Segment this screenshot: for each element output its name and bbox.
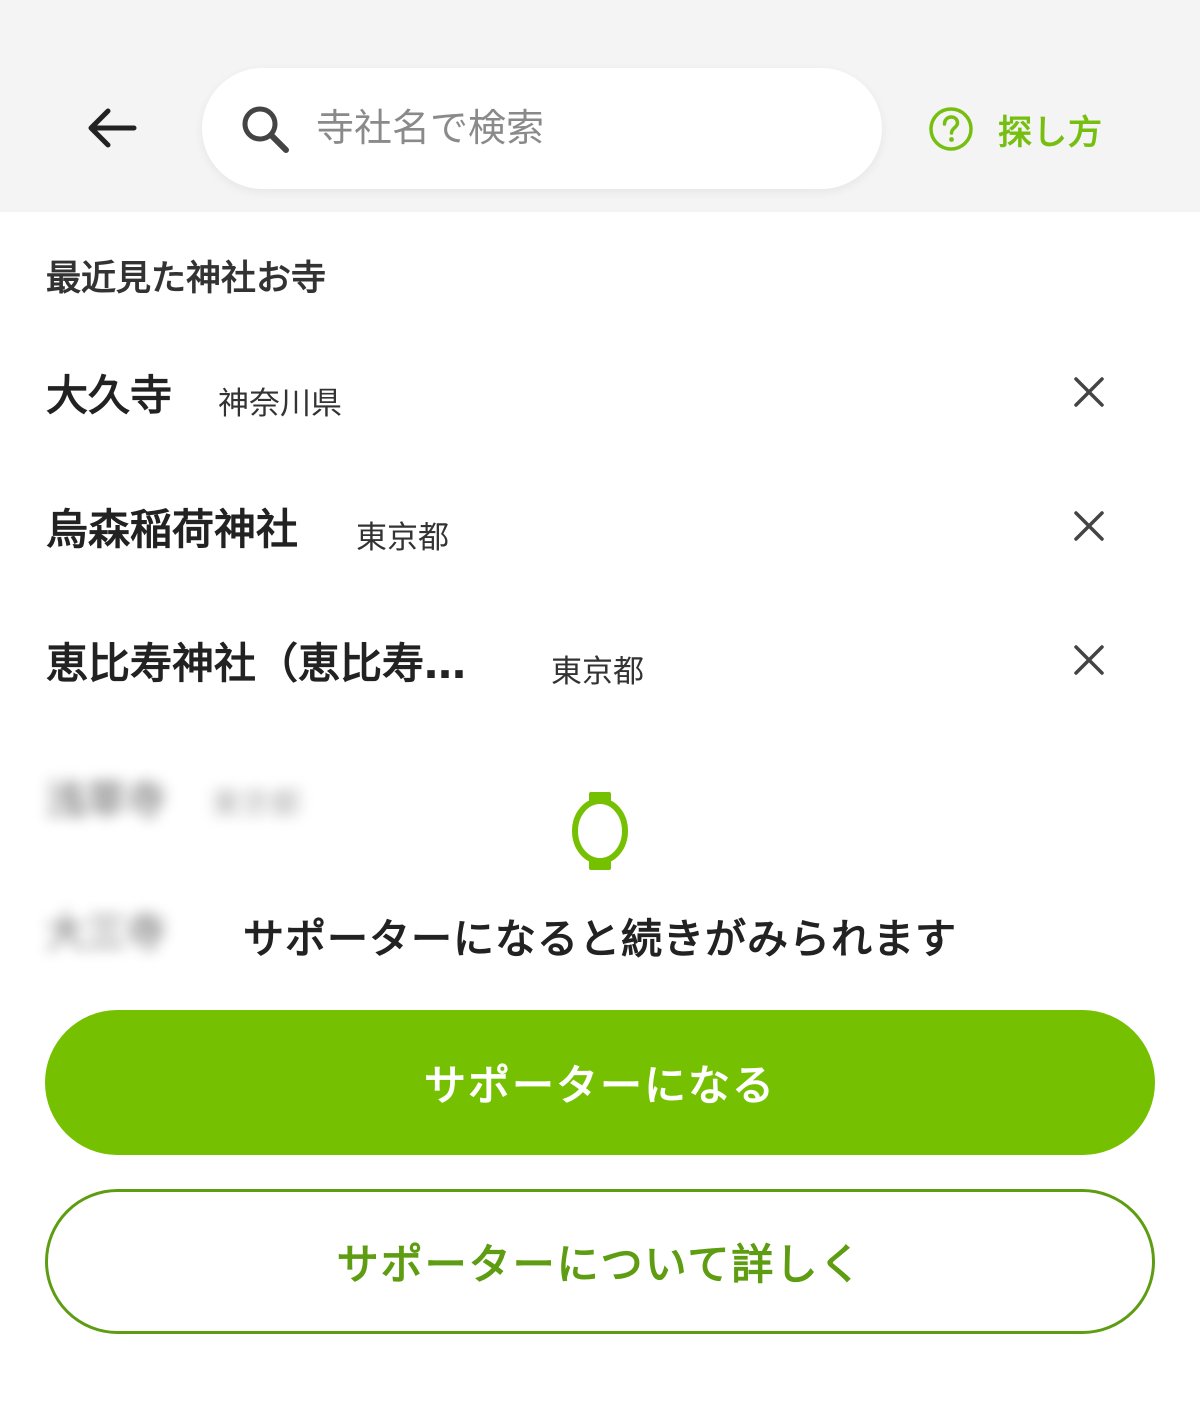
header-bar: 探し方 <box>0 0 1200 212</box>
search-icon <box>242 106 289 153</box>
close-icon <box>1074 511 1104 541</box>
remove-recent-button[interactable] <box>1064 367 1114 417</box>
locked-shrine-name: 浅草寺 <box>46 778 166 824</box>
shrine-prefecture: 神奈川県 <box>218 386 342 422</box>
arrow-left-icon <box>88 108 137 148</box>
recent-item[interactable]: 恵比寿神社（恵比寿… 東京都 <box>0 610 1200 710</box>
shrine-name: 恵比寿神社（恵比寿… <box>46 638 467 688</box>
close-icon <box>1074 377 1104 407</box>
close-icon <box>1074 645 1104 675</box>
supporter-details-button[interactable]: サポーターについて詳しく <box>45 1189 1155 1334</box>
locked-shrine-prefecture: 東京都 <box>211 787 302 822</box>
question-circle-icon <box>929 107 973 151</box>
recent-section-title: 最近見た神社お寺 <box>46 259 327 299</box>
recent-item[interactable]: 大久寺 神奈川県 <box>0 342 1200 442</box>
recent-item[interactable]: 烏森稲荷神社 東京都 <box>0 476 1200 576</box>
supporter-message: サポーターになると続きがみられます <box>243 915 957 963</box>
remove-recent-button[interactable] <box>1064 501 1114 551</box>
shrine-name: 大久寺 <box>46 370 173 420</box>
search-input[interactable] <box>314 88 844 168</box>
how-to-search-link[interactable]: 探し方 <box>928 98 1103 160</box>
shrine-prefecture: 東京都 <box>356 520 449 556</box>
lock-icon <box>572 792 628 870</box>
shrine-prefecture: 東京都 <box>551 654 644 690</box>
search-box[interactable] <box>202 68 882 189</box>
shrine-name: 烏森稲荷神社 <box>46 504 299 554</box>
locked-recent-item: 浅草寺 東京都 <box>46 768 301 826</box>
remove-recent-button[interactable] <box>1064 635 1114 685</box>
become-supporter-button[interactable]: サポーターになる <box>45 1010 1155 1155</box>
back-button[interactable] <box>72 88 152 168</box>
how-to-search-label: 探し方 <box>998 112 1103 153</box>
